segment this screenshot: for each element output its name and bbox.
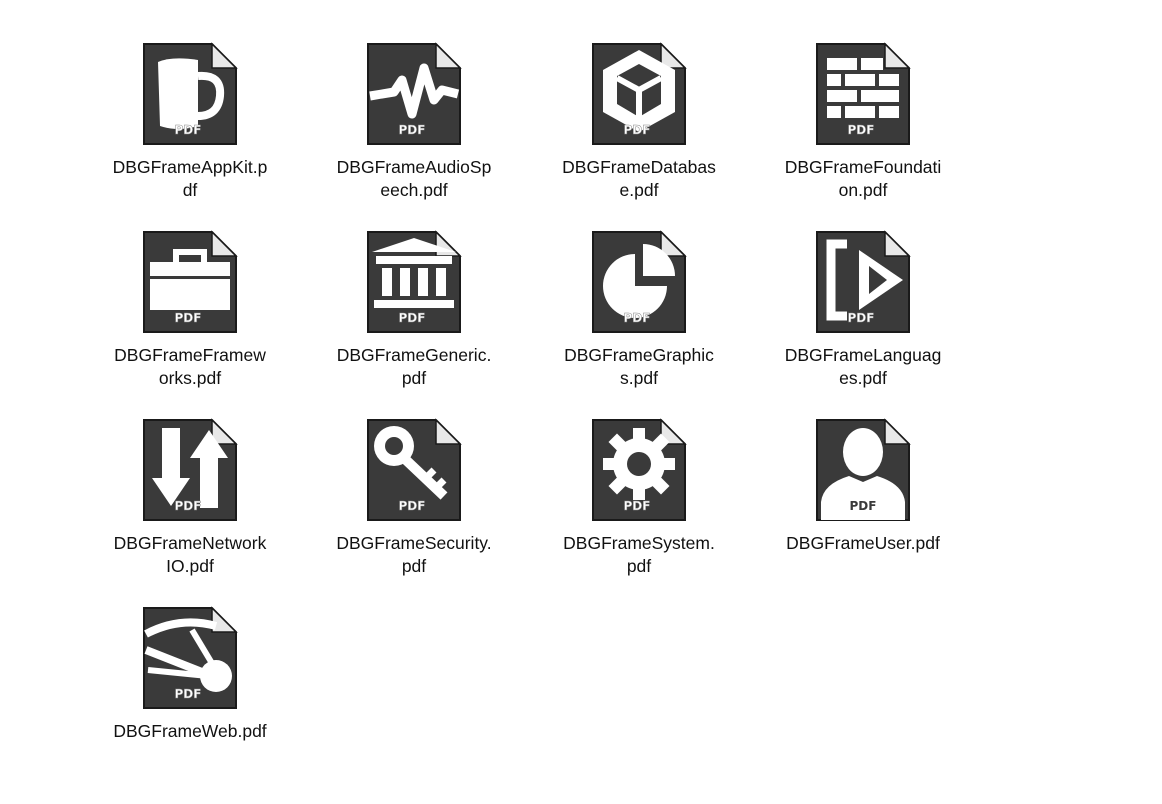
key-icon: PDF <box>364 418 464 522</box>
pdf-badge: PDF <box>399 311 426 325</box>
file-item-system[interactable]: PDF DBGFrameSystem. pdf <box>544 418 734 598</box>
file-name: DBGFrameFramew orks.pdf <box>114 345 266 388</box>
pdf-badge: PDF <box>850 499 877 513</box>
file-name: DBGFrameAppKit.p df <box>112 157 268 200</box>
pdf-badge: PDF <box>175 687 202 701</box>
waveform-icon: PDF <box>364 42 464 146</box>
pdf-badge: PDF <box>399 499 426 513</box>
pdf-badge: PDF <box>624 123 651 137</box>
pdf-badge: PDF <box>848 311 875 325</box>
file-item-audiospeech[interactable]: PDF DBGFrameAudioSp eech.pdf <box>319 42 509 222</box>
pdf-badge: PDF <box>175 499 202 513</box>
network-node-icon: PDF <box>140 606 240 710</box>
user-silhouette-icon: PDF <box>813 418 913 522</box>
pdf-badge: PDF <box>848 123 875 137</box>
mug-icon: PDF <box>140 42 240 146</box>
file-name: DBGFrameSystem. pdf <box>563 533 715 576</box>
pdf-badge: PDF <box>624 311 651 325</box>
file-name: DBGFrameSecurity. pdf <box>336 533 492 576</box>
arrows-up-down-icon: PDF <box>140 418 240 522</box>
file-item-graphics[interactable]: PDF DBGFrameGraphic s.pdf <box>544 230 734 410</box>
file-item-networkio[interactable]: PDF DBGFrameNetwork IO.pdf <box>95 418 285 598</box>
briefcase-icon: PDF <box>140 230 240 334</box>
file-name: DBGFrameGeneric. pdf <box>336 345 492 388</box>
file-item-languages[interactable]: PDF DBGFrameLanguag es.pdf <box>768 230 958 410</box>
file-item-security[interactable]: PDF DBGFrameSecurity. pdf <box>319 418 509 598</box>
file-item-foundation[interactable]: PDF DBGFrameFoundati on.pdf <box>768 42 958 222</box>
gear-icon: PDF <box>589 418 689 522</box>
bracket-play-icon: PDF <box>813 230 913 334</box>
file-name: DBGFrameUser.pdf <box>786 533 940 553</box>
pdf-badge: PDF <box>175 123 202 137</box>
bricks-icon: PDF <box>813 42 913 146</box>
cube-icon: PDF <box>589 42 689 146</box>
file-item-web[interactable]: PDF DBGFrameWeb.pdf <box>95 606 285 786</box>
file-item-generic[interactable]: PDF DBGFrameGeneric. pdf <box>319 230 509 410</box>
pdf-badge: PDF <box>624 499 651 513</box>
file-name: DBGFrameAudioSp eech.pdf <box>336 157 492 200</box>
pdf-badge: PDF <box>175 311 202 325</box>
file-name: DBGFrameGraphic s.pdf <box>564 345 714 388</box>
building-icon: PDF <box>364 230 464 334</box>
file-item-database[interactable]: PDF DBGFrameDatabas e.pdf <box>544 42 734 222</box>
file-name: DBGFrameFoundati on.pdf <box>784 157 942 200</box>
file-name: DBGFrameDatabas e.pdf <box>562 157 716 200</box>
file-name: DBGFrameNetwork IO.pdf <box>113 533 267 576</box>
pie-chart-icon: PDF <box>589 230 689 334</box>
file-item-user[interactable]: PDF DBGFrameUser.pdf <box>768 418 958 598</box>
file-name: DBGFrameWeb.pdf <box>113 721 267 741</box>
file-item-appkit[interactable]: PDF DBGFrameAppKit.p df <box>95 42 285 222</box>
finder-icon-view: PDF DBGFrameAppKit.p df PDF DBGFrameAudi… <box>0 0 1162 804</box>
file-name: DBGFrameLanguag es.pdf <box>784 345 942 388</box>
pdf-badge: PDF <box>399 123 426 137</box>
file-item-frameworks[interactable]: PDF DBGFrameFramew orks.pdf <box>95 230 285 410</box>
